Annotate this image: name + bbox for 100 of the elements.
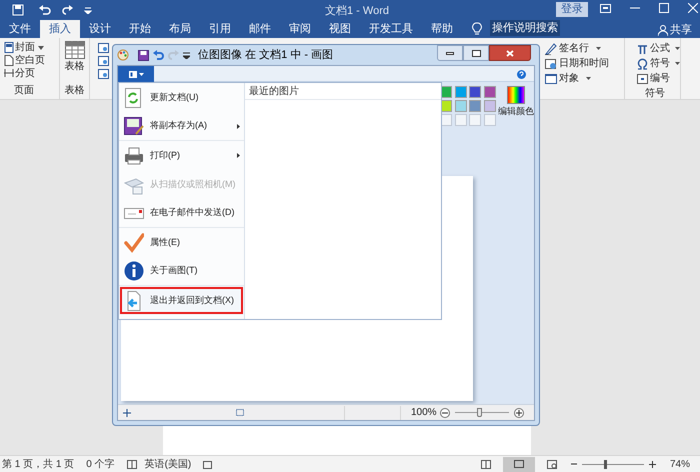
- info-icon: [124, 261, 144, 281]
- restore-icon: [472, 50, 480, 56]
- color-swatch[interactable]: [454, 86, 466, 98]
- caret-icon: [596, 47, 601, 50]
- color-swatch[interactable]: [484, 100, 496, 112]
- group-label: 符号: [645, 87, 666, 101]
- restore-ribbon-icon: [600, 4, 611, 12]
- proofing-icon: [126, 460, 137, 468]
- zoom-slider-thumb[interactable]: [476, 408, 482, 417]
- caret-icon: [675, 62, 680, 65]
- lightbulb-icon: [472, 22, 482, 35]
- picture-icon: [98, 56, 109, 66]
- ribbon-tab[interactable]: 开始: [120, 20, 160, 38]
- ribbon-tab[interactable]: 开发工具: [360, 20, 422, 38]
- color-swatch[interactable]: [469, 86, 481, 98]
- zoom-in-button[interactable]: [514, 408, 524, 418]
- ribbon-tab[interactable]: 引用: [200, 20, 240, 38]
- ribbon-button[interactable]: 分页: [15, 67, 35, 80]
- ribbon-tab[interactable]: 插入: [40, 20, 80, 38]
- dropdown-icon: [183, 52, 190, 58]
- caret-icon: [138, 72, 144, 76]
- empty-swatch[interactable]: [454, 114, 466, 126]
- menu-item[interactable]: 将副本存为(A): [119, 112, 244, 141]
- close-icon: [688, 3, 698, 13]
- save-icon: [12, 4, 24, 16]
- ribbon-button[interactable]: 编号: [650, 71, 670, 86]
- word-count: 0 个字: [86, 458, 115, 472]
- signin-button[interactable]: 登录: [556, 2, 588, 17]
- search-field[interactable]: 操作说明搜索: [490, 20, 560, 36]
- caret-icon: [38, 46, 44, 50]
- zoom-in-icon: [648, 460, 656, 468]
- ribbon-button[interactable]: 符号: [650, 56, 670, 71]
- zoom-out-icon: [570, 461, 577, 467]
- print-layout-button[interactable]: [502, 456, 535, 472]
- ribbon-tab[interactable]: 邮件: [240, 20, 280, 38]
- color-swatch[interactable]: [454, 100, 466, 112]
- menu-item[interactable]: 在电子邮件中发送(D): [119, 199, 244, 228]
- caret-icon: [675, 47, 680, 50]
- redo-icon: [168, 50, 179, 60]
- print-layout-icon: [514, 460, 524, 468]
- color-swatch[interactable]: [484, 86, 496, 98]
- empty-swatch[interactable]: [484, 114, 496, 126]
- language: 英语(美国): [144, 458, 192, 472]
- selection-size-icon: [236, 408, 245, 416]
- omega-icon: [637, 58, 648, 70]
- ribbon-button[interactable]: 签名行: [559, 41, 589, 56]
- restore-button[interactable]: [463, 45, 489, 61]
- ribbon-button[interactable]: 封面: [15, 41, 35, 54]
- person-icon: [658, 24, 668, 36]
- checkmark-icon: [124, 232, 144, 252]
- caret-icon: [586, 77, 591, 80]
- zoom-slider[interactable]: [454, 408, 509, 417]
- close-icon: [506, 50, 514, 56]
- undo-icon: [153, 50, 164, 60]
- ribbon-tab[interactable]: 设计: [80, 20, 120, 38]
- rainbow-icon: [507, 86, 525, 104]
- minimize-button[interactable]: [437, 45, 463, 61]
- menu-item[interactable]: 打印(P): [119, 141, 244, 170]
- color-swatch[interactable]: [469, 100, 481, 112]
- menu-item[interactable]: 更新文档(U): [119, 83, 244, 112]
- minus-icon: [442, 410, 448, 416]
- ribbon-button[interactable]: 对象: [559, 71, 579, 86]
- zoom-level: 100%: [411, 406, 437, 420]
- ribbon-icon: [545, 72, 557, 84]
- edit-colors-button[interactable]: 编辑颜色: [498, 86, 534, 118]
- table-button[interactable]: 表格: [64, 61, 84, 73]
- picture-icon: [98, 68, 109, 78]
- window-title: 文档1 - Word: [325, 4, 389, 19]
- page-icon: [4, 55, 14, 66]
- ribbon-tab[interactable]: 文件: [0, 20, 40, 38]
- help-icon: [517, 70, 526, 79]
- zoom-slider-thumb[interactable]: [604, 460, 607, 468]
- dropdown-icon: [84, 6, 92, 14]
- pi-icon: [637, 42, 648, 54]
- menu-item[interactable]: 退出并返回到文档(X): [119, 286, 244, 315]
- ribbon-button[interactable]: 公式: [650, 41, 670, 56]
- ribbon-tab[interactable]: 帮助: [422, 20, 462, 38]
- ribbon-button[interactable]: 空白页: [15, 54, 45, 67]
- ribbon-tab[interactable]: 布局: [160, 20, 200, 38]
- macro-icon: [203, 460, 212, 468]
- ribbon-tab[interactable]: 审阅: [280, 20, 320, 38]
- ribbon-tab[interactable]: 视图: [320, 20, 360, 38]
- app-menu-button[interactable]: [118, 66, 154, 82]
- ribbon-button[interactable]: 日期和时间: [559, 56, 609, 71]
- zoom-out-button[interactable]: [440, 408, 450, 418]
- plus-icon: [516, 410, 522, 416]
- zoom-slider[interactable]: [582, 460, 644, 468]
- web-layout-icon: [546, 460, 557, 468]
- menu-item[interactable]: 属性(E): [119, 228, 244, 257]
- document-refresh-icon: [124, 88, 144, 108]
- group-label: 表格: [64, 84, 84, 98]
- printer-icon: [124, 146, 144, 166]
- symbol-icon: [637, 72, 648, 84]
- page-icon: [4, 68, 14, 79]
- document-icon: [128, 70, 136, 78]
- zoom-level: 74%: [670, 458, 690, 472]
- empty-swatch[interactable]: [469, 114, 481, 126]
- share-button[interactable]: 共享: [670, 22, 692, 38]
- close-button[interactable]: [489, 45, 531, 61]
- maximize-icon: [659, 3, 669, 13]
